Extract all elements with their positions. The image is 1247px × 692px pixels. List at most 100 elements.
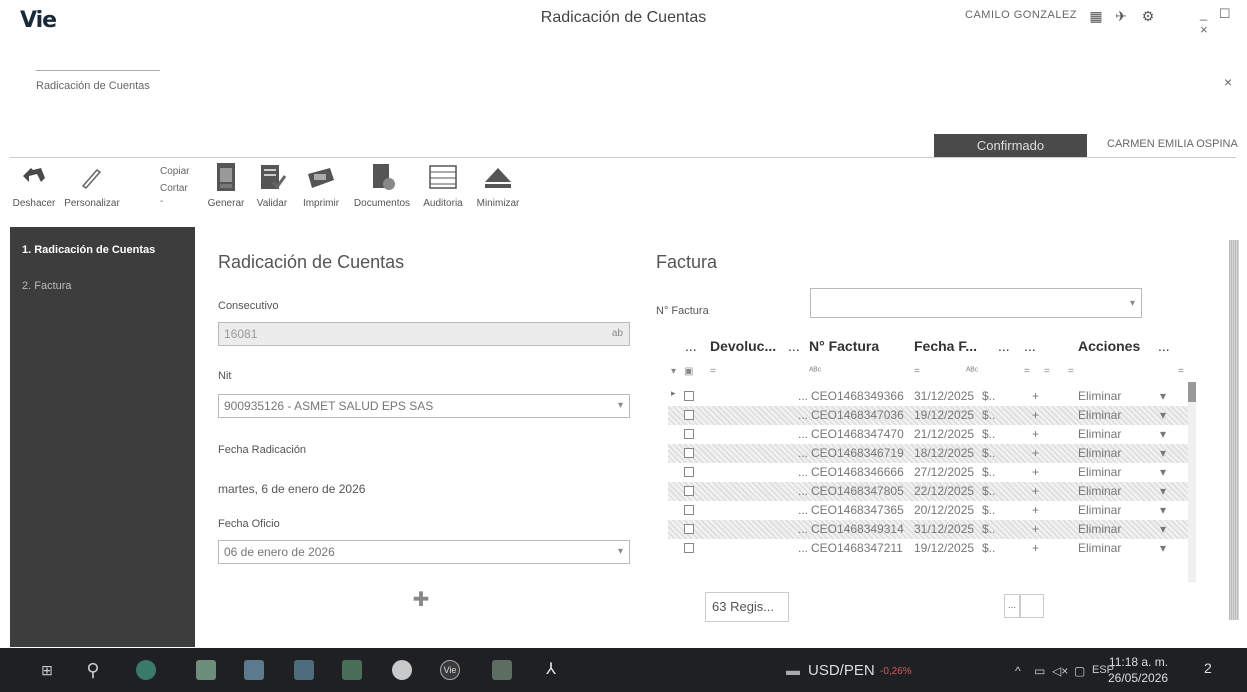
delete-link[interactable]: Eliminar	[1078, 446, 1121, 460]
table-row[interactable]: ... CEO1468347211 19/12/2025 $.. + Elimi…	[668, 539, 1188, 558]
breadcrumb[interactable]: Radicación de Cuentas	[36, 80, 150, 92]
delete-link[interactable]: Eliminar	[1078, 408, 1121, 422]
window-controls[interactable]: _ ☐ ×	[1200, 6, 1247, 37]
col-dots-2[interactable]: ...	[788, 338, 800, 354]
col-dots-5[interactable]: ...	[1158, 338, 1170, 354]
calculator-icon[interactable]	[196, 660, 216, 680]
col-dots-1[interactable]: ...	[685, 338, 697, 354]
filter-contains-icon[interactable]: ᴬᴮᶜ	[809, 366, 821, 377]
chevron-down-icon[interactable]: ▾	[1160, 427, 1166, 441]
row-checkbox[interactable]	[684, 410, 694, 420]
delete-link[interactable]: Eliminar	[1078, 484, 1121, 498]
add-button[interactable]: ✚	[412, 590, 430, 610]
plus-icon[interactable]: +	[1032, 503, 1039, 517]
chevron-down-icon[interactable]: ▾	[1160, 484, 1166, 498]
row-checkbox[interactable]	[684, 448, 694, 458]
filter-contains-icon[interactable]: ᴬᴮᶜ	[966, 366, 978, 377]
col-devolucion[interactable]: Devoluc...	[710, 338, 776, 354]
weather-icon[interactable]	[136, 660, 156, 680]
row-checkbox[interactable]	[684, 429, 694, 439]
grid-scroll-thumb[interactable]	[1188, 382, 1196, 402]
footer-more-button[interactable]: ...	[1004, 594, 1020, 618]
table-row[interactable]: ... CEO1468347365 20/12/2025 $.. + Elimi…	[668, 501, 1188, 520]
close-tab-icon[interactable]: ×	[1224, 74, 1232, 90]
invoice-number-select[interactable]: ▾	[810, 288, 1142, 318]
table-row[interactable]: ... CEO1468349314 31/12/2025 $.. + Elimi…	[668, 520, 1188, 539]
row-checkbox[interactable]	[684, 505, 694, 515]
chevron-down-icon[interactable]: ▾	[1160, 541, 1166, 555]
customize-button[interactable]: Personalizar	[62, 158, 122, 216]
generate-button[interactable]: Generar	[204, 158, 248, 216]
notification-icon[interactable]: 2	[1204, 660, 1224, 680]
signal-icon[interactable]: ✈	[1110, 5, 1132, 27]
row-checkbox[interactable]	[684, 467, 694, 477]
col-fecha[interactable]: Fecha F...	[914, 338, 977, 354]
plus-icon[interactable]: +	[1032, 465, 1039, 479]
filter-icon[interactable]: ▾	[671, 366, 676, 377]
nav-item-radicacion[interactable]: 1. Radicación de Cuentas	[10, 239, 195, 261]
search-icon[interactable]: ⚲	[82, 659, 104, 681]
row-checkbox[interactable]	[684, 391, 694, 401]
fecha-oficio-field[interactable]: 06 de enero de 2026 ▾	[218, 540, 630, 564]
col-acciones[interactable]: Acciones	[1078, 338, 1140, 354]
chevron-down-icon[interactable]: ▾	[1160, 446, 1166, 460]
plus-icon[interactable]: +	[1032, 446, 1039, 460]
nav-item-factura[interactable]: 2. Factura	[10, 275, 195, 297]
plus-icon[interactable]: +	[1032, 541, 1039, 555]
plus-icon[interactable]: +	[1032, 484, 1039, 498]
col-dots-3[interactable]: ...	[998, 338, 1010, 354]
grid-scrollbar[interactable]	[1188, 382, 1196, 582]
file-explorer-icon[interactable]	[244, 660, 264, 680]
filter-equals-icon[interactable]: =	[1024, 366, 1030, 377]
plus-icon[interactable]: +	[1032, 522, 1039, 536]
table-row[interactable]: ... CEO1468347470 21/12/2025 $.. + Elimi…	[668, 425, 1188, 444]
chevron-down-icon[interactable]: ▾	[1160, 389, 1166, 403]
minimize-ribbon-button[interactable]: Minimizar	[470, 158, 526, 216]
chevron-down-icon[interactable]: ▾	[1160, 503, 1166, 517]
settings-icon[interactable]: ⚙	[1137, 5, 1159, 27]
delete-link[interactable]: Eliminar	[1078, 522, 1121, 536]
notepad-icon[interactable]	[492, 660, 512, 680]
display-icon[interactable]: ▢	[1074, 664, 1085, 678]
acrobat-icon[interactable]: ⅄	[540, 659, 562, 681]
delete-link[interactable]: Eliminar	[1078, 427, 1121, 441]
volume-icon[interactable]: ◁×	[1052, 664, 1068, 678]
table-row[interactable]: ... CEO1468347036 19/12/2025 $.. + Elimi…	[668, 406, 1188, 425]
table-row[interactable]: ... CEO1468346666 27/12/2025 $.. + Elimi…	[668, 463, 1188, 482]
table-row[interactable]: ... CEO1468347805 22/12/2025 $.. + Elimi…	[668, 482, 1188, 501]
table-row[interactable]: ... CEO1468346719 18/12/2025 $.. + Elimi…	[668, 444, 1188, 463]
wifi-icon[interactable]: ▭	[1034, 664, 1045, 678]
chrome-icon[interactable]	[392, 660, 412, 680]
windows-start-icon[interactable]: ⊞	[36, 659, 58, 681]
clock[interactable]: 11:18 a. m. 26/05/2026	[1108, 654, 1168, 686]
col-dots-4[interactable]: ...	[1024, 338, 1036, 354]
delete-link[interactable]: Eliminar	[1078, 465, 1121, 479]
currency-ticker[interactable]: USD/PEN	[808, 662, 875, 679]
plus-icon[interactable]: +	[1032, 427, 1039, 441]
filter-equals-icon[interactable]: =	[1044, 366, 1050, 377]
documents-button[interactable]: Documentos	[350, 158, 414, 216]
remote-desktop-icon[interactable]	[294, 660, 314, 680]
col-nfactura[interactable]: N° Factura	[809, 338, 879, 354]
chevron-up-icon[interactable]: ^	[1015, 664, 1021, 678]
user-name[interactable]: CAMILO GONZALEZ	[965, 9, 1077, 21]
print-button[interactable]: Imprimir	[298, 158, 344, 216]
select-all-checkbox[interactable]: ▣	[684, 366, 693, 377]
consecutivo-field[interactable]: 16081 ab	[218, 322, 630, 346]
row-checkbox[interactable]	[684, 543, 694, 553]
excel-icon[interactable]	[342, 660, 362, 680]
paste-button[interactable]: -	[160, 196, 163, 207]
delete-link[interactable]: Eliminar	[1078, 541, 1121, 555]
chevron-down-icon[interactable]: ▾	[1160, 465, 1166, 479]
copy-button[interactable]: Copiar	[160, 166, 189, 177]
filter-equals-icon[interactable]: =	[1068, 366, 1074, 377]
filter-equals-icon[interactable]: =	[710, 366, 716, 377]
plus-icon[interactable]: +	[1032, 389, 1039, 403]
row-checkbox[interactable]	[684, 524, 694, 534]
nit-select[interactable]: 900935126 - ASMET SALUD EPS SAS ▾	[218, 394, 630, 418]
table-row[interactable]: ▸ ... CEO1468349366 31/12/2025 $.. + Eli…	[668, 387, 1188, 406]
filter-equals-icon[interactable]: =	[1178, 366, 1184, 377]
row-checkbox[interactable]	[684, 486, 694, 496]
filter-equals-icon[interactable]: =	[914, 366, 920, 377]
page-scrollbar[interactable]	[1229, 240, 1239, 620]
